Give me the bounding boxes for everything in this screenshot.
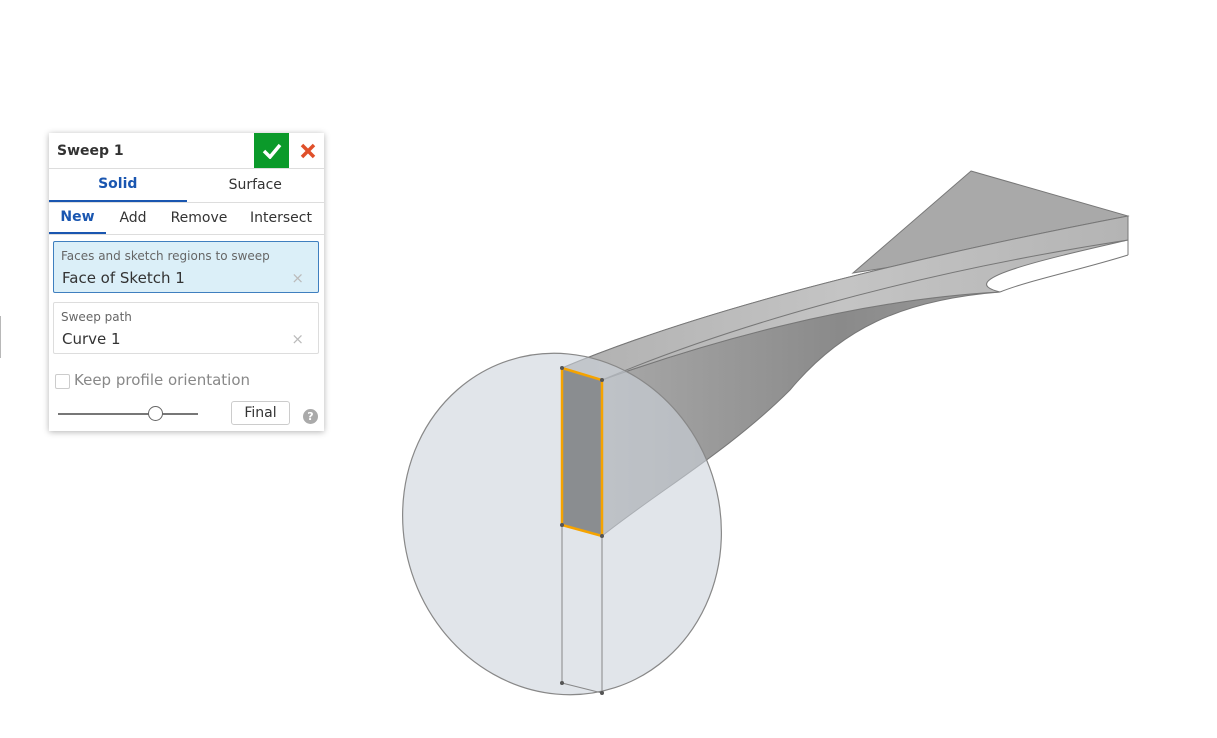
tab-intersect[interactable]: Intersect <box>238 203 324 234</box>
faces-field[interactable]: Faces and sketch regions to sweep Face o… <box>53 241 319 293</box>
faces-field-value: Face of Sketch 1 <box>62 269 185 287</box>
slider-thumb[interactable] <box>148 406 163 421</box>
close-icon <box>300 143 315 158</box>
dialog-title: Sweep 1 <box>57 143 124 159</box>
selected-profile-face <box>560 366 604 538</box>
tab-remove[interactable]: Remove <box>160 203 238 234</box>
cancel-button[interactable] <box>291 133 324 168</box>
left-edge-divider <box>0 316 1 358</box>
tab-solid[interactable]: Solid <box>49 169 187 202</box>
preview-slider[interactable] <box>58 406 198 422</box>
faces-field-label: Faces and sketch regions to sweep <box>61 249 270 263</box>
sweep-dialog: Sweep 1 Solid Surface New Add Remove Int… <box>49 133 324 431</box>
body-type-tabs: Solid Surface <box>49 169 324 203</box>
final-button[interactable]: Final <box>231 401 290 425</box>
operation-tabs: New Add Remove Intersect <box>49 203 324 235</box>
tab-add[interactable]: Add <box>106 203 160 234</box>
keep-orientation-checkbox[interactable] <box>55 374 70 389</box>
tab-surface[interactable]: Surface <box>187 169 325 202</box>
clear-path-icon[interactable]: × <box>291 330 304 348</box>
sweep-path-value: Curve 1 <box>62 330 121 348</box>
accept-button[interactable] <box>254 133 289 168</box>
clear-faces-icon[interactable]: × <box>291 269 304 287</box>
sweep-path-field[interactable]: Sweep path Curve 1 × <box>53 302 319 354</box>
checkmark-icon <box>262 143 281 159</box>
sweep-top-face-fill <box>560 215 1129 381</box>
tab-new[interactable]: New <box>49 203 106 234</box>
slider-track <box>58 413 198 415</box>
help-icon[interactable]: ? <box>303 409 318 424</box>
keep-orientation-label: Keep profile orientation <box>74 371 251 389</box>
sweep-path-label: Sweep path <box>61 310 132 324</box>
dialog-header: Sweep 1 <box>49 133 324 169</box>
